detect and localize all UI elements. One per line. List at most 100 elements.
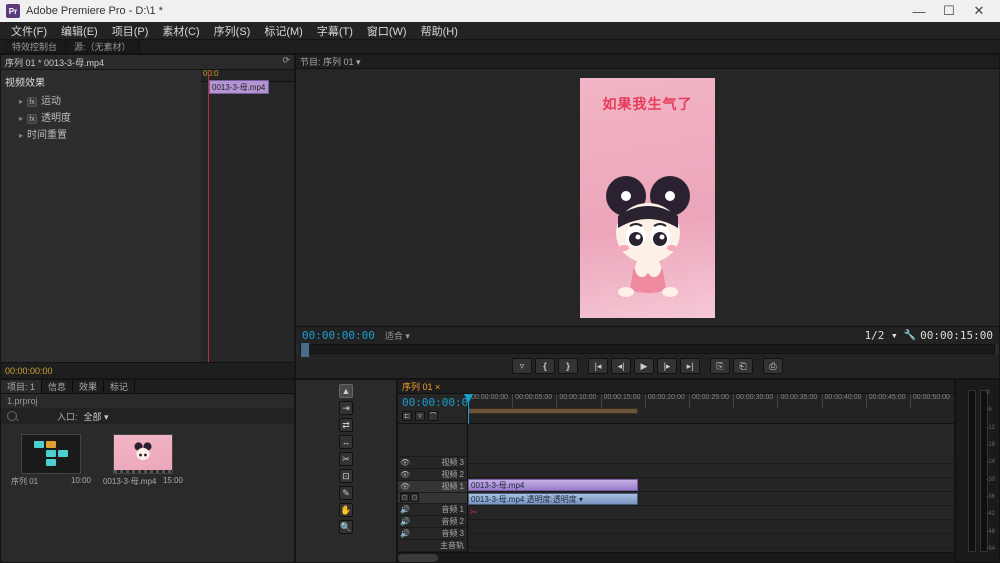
- eye-icon[interactable]: 👁: [400, 482, 410, 491]
- track-content-area[interactable]: 0013-3-母.mp4 0013-3-母.mp4 透明度:透明度 ▾ ✂: [468, 424, 954, 552]
- speaker-icon[interactable]: 🔊: [400, 529, 410, 538]
- track-select-tool[interactable]: ⇥: [339, 401, 353, 415]
- project-bin[interactable]: 序列 0110:00 0013-3-母.mp415:00: [1, 424, 294, 562]
- go-to-in-button[interactable]: |◂: [588, 358, 608, 374]
- tab-info[interactable]: 信息: [42, 380, 73, 393]
- markers-toggle[interactable]: ▿: [415, 411, 425, 421]
- lane-v1[interactable]: 0013-3-母.mp4 透明度:透明度 ▾: [468, 492, 954, 506]
- hand-tool[interactable]: ✋: [339, 503, 353, 517]
- effect-controls-keyframes[interactable]: 00:0 0013-3-母.mp4: [201, 70, 294, 362]
- add-marker-button[interactable]: ▿: [512, 358, 532, 374]
- program-monitor-tab[interactable]: 节目: 序列 01 ▾: [296, 55, 999, 69]
- mark-out-button[interactable]: }: [558, 358, 578, 374]
- track-header-a3[interactable]: 🔊音频 3: [398, 528, 467, 540]
- track-header-v1[interactable]: 👁视频 1: [398, 481, 467, 493]
- tab-source-none[interactable]: 源:（无素材）: [66, 40, 140, 53]
- go-to-out-button[interactable]: ▸|: [680, 358, 700, 374]
- play-button[interactable]: ▶: [634, 358, 654, 374]
- snap-toggle[interactable]: ⊏: [402, 411, 412, 421]
- lift-button[interactable]: ⎘: [710, 358, 730, 374]
- lane-a2[interactable]: [468, 534, 954, 548]
- export-frame-button[interactable]: ⎙: [763, 358, 783, 374]
- track-header-v2[interactable]: 👁视频 2: [398, 469, 467, 481]
- timeline-timecode[interactable]: 00:00:00:00: [402, 396, 467, 409]
- timeline-panel: 序列 01 × 00:00:00:00 ⊏ ▿ ⌒ 00:00:00:0000:…: [397, 379, 955, 563]
- ec-time-remap[interactable]: 时间重置: [5, 125, 197, 142]
- maximize-button[interactable]: ☐: [934, 1, 964, 21]
- slip-tool[interactable]: ⊡: [339, 469, 353, 483]
- timeline-ruler[interactable]: 00:00:00:0000:00:05:0000:00:10:0000:00:1…: [468, 394, 954, 423]
- scroll-thumb[interactable]: [398, 554, 438, 562]
- track-header-a2[interactable]: 🔊音频 2: [398, 516, 467, 528]
- meter-left: [968, 390, 976, 552]
- clip-v2[interactable]: 0013-3-母.mp4: [468, 479, 638, 491]
- close-button[interactable]: ✕: [964, 1, 994, 21]
- menu-help[interactable]: 帮助(H): [414, 23, 465, 39]
- eye-icon[interactable]: 👁: [400, 470, 410, 479]
- ec-motion[interactable]: fx运动: [5, 91, 197, 108]
- selection-tool[interactable]: ▲: [339, 384, 353, 398]
- track-header-v1-sub[interactable]: ◻◻: [398, 493, 467, 505]
- search-icon[interactable]: [7, 411, 17, 421]
- pen-tool[interactable]: ✎: [339, 486, 353, 500]
- track-header-master[interactable]: 主音轨: [398, 540, 467, 552]
- razor-tool[interactable]: ✂: [339, 452, 353, 466]
- tab-project[interactable]: 项目: 1: [1, 380, 42, 393]
- tab-effects[interactable]: 效果: [73, 380, 104, 393]
- track-header-a1[interactable]: 🔊音频 1: [398, 504, 467, 516]
- scrubber-playhead[interactable]: [301, 343, 309, 357]
- linked-toggle[interactable]: ⌒: [428, 411, 438, 421]
- mark-in-button[interactable]: {: [535, 358, 555, 374]
- step-back-button[interactable]: ◂|: [611, 358, 631, 374]
- ec-footer-timecode[interactable]: 00:00:00:00: [1, 366, 53, 376]
- ec-keyframe-clip[interactable]: 0013-3-母.mp4: [209, 80, 269, 94]
- menu-file[interactable]: 文件(F): [4, 23, 54, 39]
- stopwatch-icon[interactable]: fx: [27, 97, 37, 107]
- minimize-button[interactable]: —: [904, 1, 934, 21]
- track-header-v3[interactable]: 👁视频 3: [398, 457, 467, 469]
- tab-markers[interactable]: 标记: [104, 380, 135, 393]
- lock-icon[interactable]: ◻: [400, 493, 409, 502]
- speaker-icon[interactable]: 🔊: [400, 505, 410, 514]
- lane-v2[interactable]: 0013-3-母.mp4: [468, 478, 954, 492]
- project-item-sequence[interactable]: 序列 0110:00: [11, 434, 91, 487]
- ripple-edit-tool[interactable]: ⇄: [339, 418, 353, 432]
- lane-v3[interactable]: [468, 464, 954, 478]
- filter-dropdown[interactable]: 全部 ▾: [84, 410, 109, 423]
- extract-button[interactable]: ⎗: [733, 358, 753, 374]
- tab-effect-controls[interactable]: 特效控制台: [4, 40, 66, 53]
- speaker-icon[interactable]: 🔊: [400, 517, 410, 526]
- refresh-icon[interactable]: ⟳: [282, 55, 290, 66]
- timeline-tab[interactable]: 序列 01 ×: [398, 380, 954, 394]
- menu-title[interactable]: 字幕(T): [310, 23, 360, 39]
- monitor-scrubber[interactable]: [300, 344, 995, 354]
- ec-section-video: 视频效果: [5, 74, 197, 89]
- menu-edit[interactable]: 编辑(E): [54, 23, 105, 39]
- monitor-zoom-dropdown[interactable]: 1/2 ▾: [865, 329, 898, 342]
- rate-stretch-tool[interactable]: ↔: [339, 435, 353, 449]
- stopwatch-icon[interactable]: fx: [27, 114, 37, 124]
- menu-bar: 文件(F) 编辑(E) 项目(P) 素材(C) 序列(S) 标记(M) 字幕(T…: [0, 22, 1000, 40]
- clip-v1[interactable]: 0013-3-母.mp4 透明度:透明度 ▾: [468, 493, 638, 505]
- ec-opacity[interactable]: fx透明度: [5, 108, 197, 125]
- sync-icon[interactable]: ◻: [410, 493, 419, 502]
- menu-sequence[interactable]: 序列(S): [207, 23, 258, 39]
- menu-clip[interactable]: 素材(C): [155, 23, 206, 39]
- lane-a1[interactable]: [468, 520, 954, 534]
- ec-playhead[interactable]: [208, 70, 209, 362]
- step-forward-button[interactable]: |▸: [657, 358, 677, 374]
- filter-label: 入口:: [57, 410, 78, 423]
- program-monitor-viewport[interactable]: 如果我生气了: [296, 69, 999, 326]
- zoom-tool[interactable]: 🔍: [339, 520, 353, 534]
- work-area-bar[interactable]: [468, 408, 638, 414]
- menu-window[interactable]: 窗口(W): [360, 23, 414, 39]
- eye-icon[interactable]: 👁: [400, 458, 410, 467]
- menu-marker[interactable]: 标记(M): [257, 23, 310, 39]
- timeline-hscroll[interactable]: [398, 552, 954, 562]
- lane-v1-fx[interactable]: ✂: [468, 506, 954, 520]
- project-item-video[interactable]: 0013-3-母.mp415:00: [103, 434, 183, 487]
- menu-project[interactable]: 项目(P): [105, 23, 156, 39]
- settings-icon[interactable]: 🔧: [904, 330, 916, 341]
- monitor-fit-dropdown[interactable]: 适合 ▾: [385, 329, 410, 342]
- monitor-tc-current[interactable]: 00:00:00:00: [302, 329, 375, 342]
